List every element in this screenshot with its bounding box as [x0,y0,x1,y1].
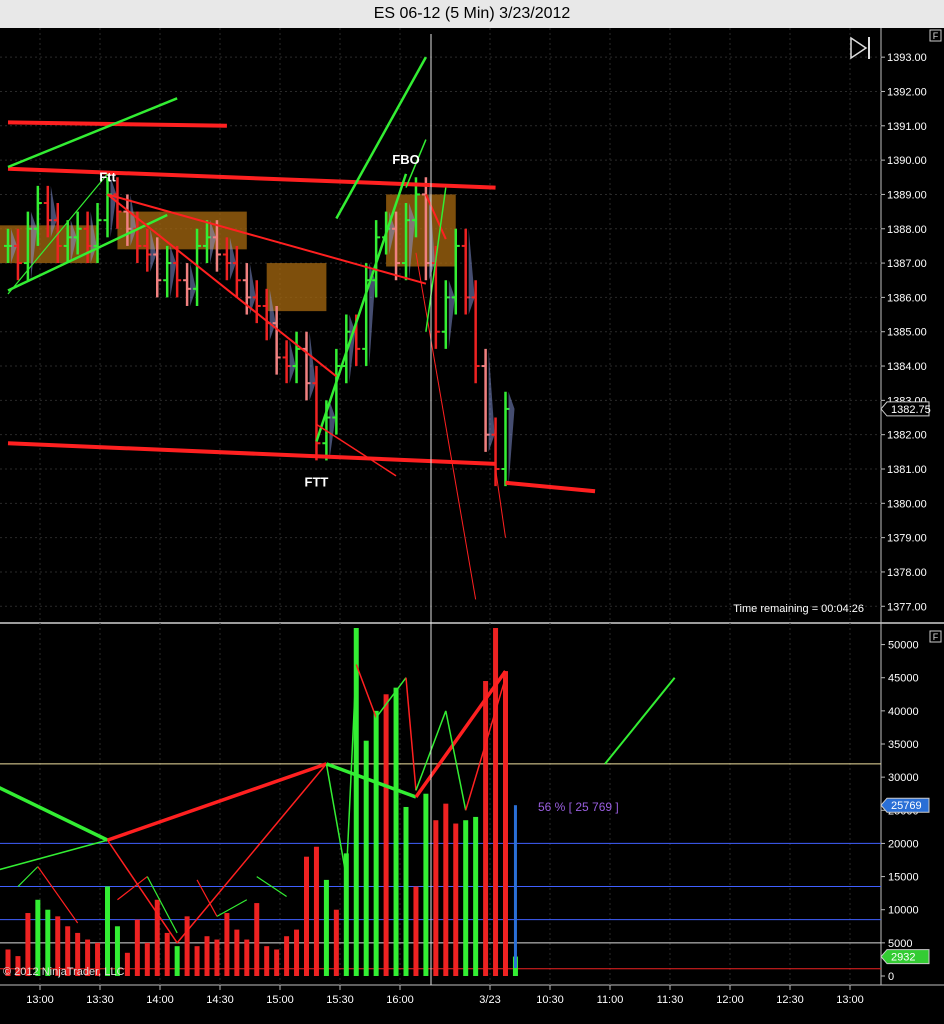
volume-current-bar [513,805,517,968]
volume-bar [473,816,479,976]
y-tick-label: 1381.00 [887,464,927,476]
y-tick-label: 1391.00 [887,121,927,133]
x-tick-label: 14:00 [146,994,174,1006]
y-tick-label: 1386.00 [887,292,927,304]
last-price-marker-label: 1382.75 [891,404,931,416]
x-tick-label: 13:00 [836,994,864,1006]
volume-y-tick-label: 5000 [888,938,912,950]
panel-flag-bottom-label: F [933,632,939,642]
annotation-ftt: Ftt [99,169,116,184]
y-tick-label: 1382.00 [887,430,927,442]
volume-bar [443,803,449,976]
volume-bar [323,879,329,976]
y-tick-label: 1388.00 [887,224,927,236]
volume-bar [244,939,250,976]
volume-bar [433,820,439,976]
annotation-fbo: FBO [392,152,419,167]
x-tick-label: 15:00 [266,994,294,1006]
volume-bar [373,710,379,976]
volume-bar [184,916,190,976]
x-tick-label: 12:30 [776,994,804,1006]
volume-y-tick-label: 0 [888,971,894,983]
volume-bar [304,856,309,976]
volume-bar [333,909,339,976]
volume-bar [483,681,489,976]
x-tick-label: 15:30 [326,994,354,1006]
volume-bar [423,793,429,976]
volume-bar [134,919,140,976]
volume-bar [254,903,260,976]
volume-bar [284,936,290,976]
volume-bar [35,899,41,976]
volume-bar [383,694,389,976]
copyright: © 2012 NinjaTrader, LLC [3,966,124,978]
x-tick-label: 13:00 [26,994,54,1006]
annotation-ftt: FTT [305,475,329,490]
x-tick-label: 12:00 [716,994,744,1006]
volume-info-label: 56 % [ 25 769 ] [538,800,619,814]
volume-bar [204,936,210,976]
volume-bar [234,929,240,976]
volume-current-marker-label: 25769 [891,800,922,812]
volume-bar [264,946,270,976]
volume-y-tick-label: 20000 [888,838,919,850]
volume-bar [174,946,180,976]
volume-y-tick-label: 30000 [888,772,919,784]
chart-canvas[interactable]: 13:00 13:30 14:00 14:30 15:00 15:30 16:00 3/23 1… [0,0,944,1024]
y-tick-label: 1392.00 [887,86,927,98]
panel-flag-top-label: F [933,31,939,41]
y-tick-label: 1377.00 [887,601,927,613]
volume-y-tick-label: 45000 [888,673,919,685]
volume-bar [194,946,200,976]
volume-bar [224,913,230,976]
y-tick-label: 1387.00 [887,258,927,270]
volume-bar [294,929,300,976]
x-tick-label: 11:00 [597,994,624,1006]
volume-bar [144,942,150,976]
volume-last-marker-label: 2932 [891,952,915,964]
x-tick-label: 3/23 [479,994,500,1006]
y-tick-label: 1380.00 [887,498,927,510]
volume-bar [503,671,508,976]
y-tick-label: 1385.00 [887,327,927,339]
x-tick-label: 14:30 [206,994,234,1006]
volume-bar [105,886,110,976]
y-tick-label: 1384.00 [887,361,927,373]
y-tick-label: 1379.00 [887,533,927,545]
volume-bar [393,687,399,976]
x-tick-label: 16:00 [386,994,414,1006]
volume-bar [403,806,409,976]
volume-bar [124,952,130,976]
x-tick-label: 10:30 [536,994,564,1006]
volume-bar [214,939,220,976]
volume-bar [463,820,469,976]
time-remaining: Time remaining = 00:04:26 [733,603,864,615]
volume-y-tick-label: 15000 [888,872,919,884]
volume-y-tick-label: 35000 [888,739,919,751]
y-tick-label: 1389.00 [887,189,927,201]
volume-bar [453,823,459,976]
volume-bar [413,886,419,976]
volume-bar [313,846,319,976]
volume-y-tick-label: 40000 [888,706,919,718]
chart-background [0,28,944,1024]
volume-y-tick-label: 50000 [888,640,919,652]
volume-bar [164,932,170,976]
volume-bar [274,949,280,976]
x-tick-label: 11:30 [657,994,684,1006]
volume-y-tick-label: 10000 [888,905,919,917]
y-tick-label: 1390.00 [887,155,927,167]
y-tick-label: 1378.00 [887,567,927,579]
y-tick-label: 1393.00 [887,52,927,64]
x-tick-label: 13:30 [86,994,114,1006]
volume-bar [363,740,369,976]
price-zone [266,263,327,312]
